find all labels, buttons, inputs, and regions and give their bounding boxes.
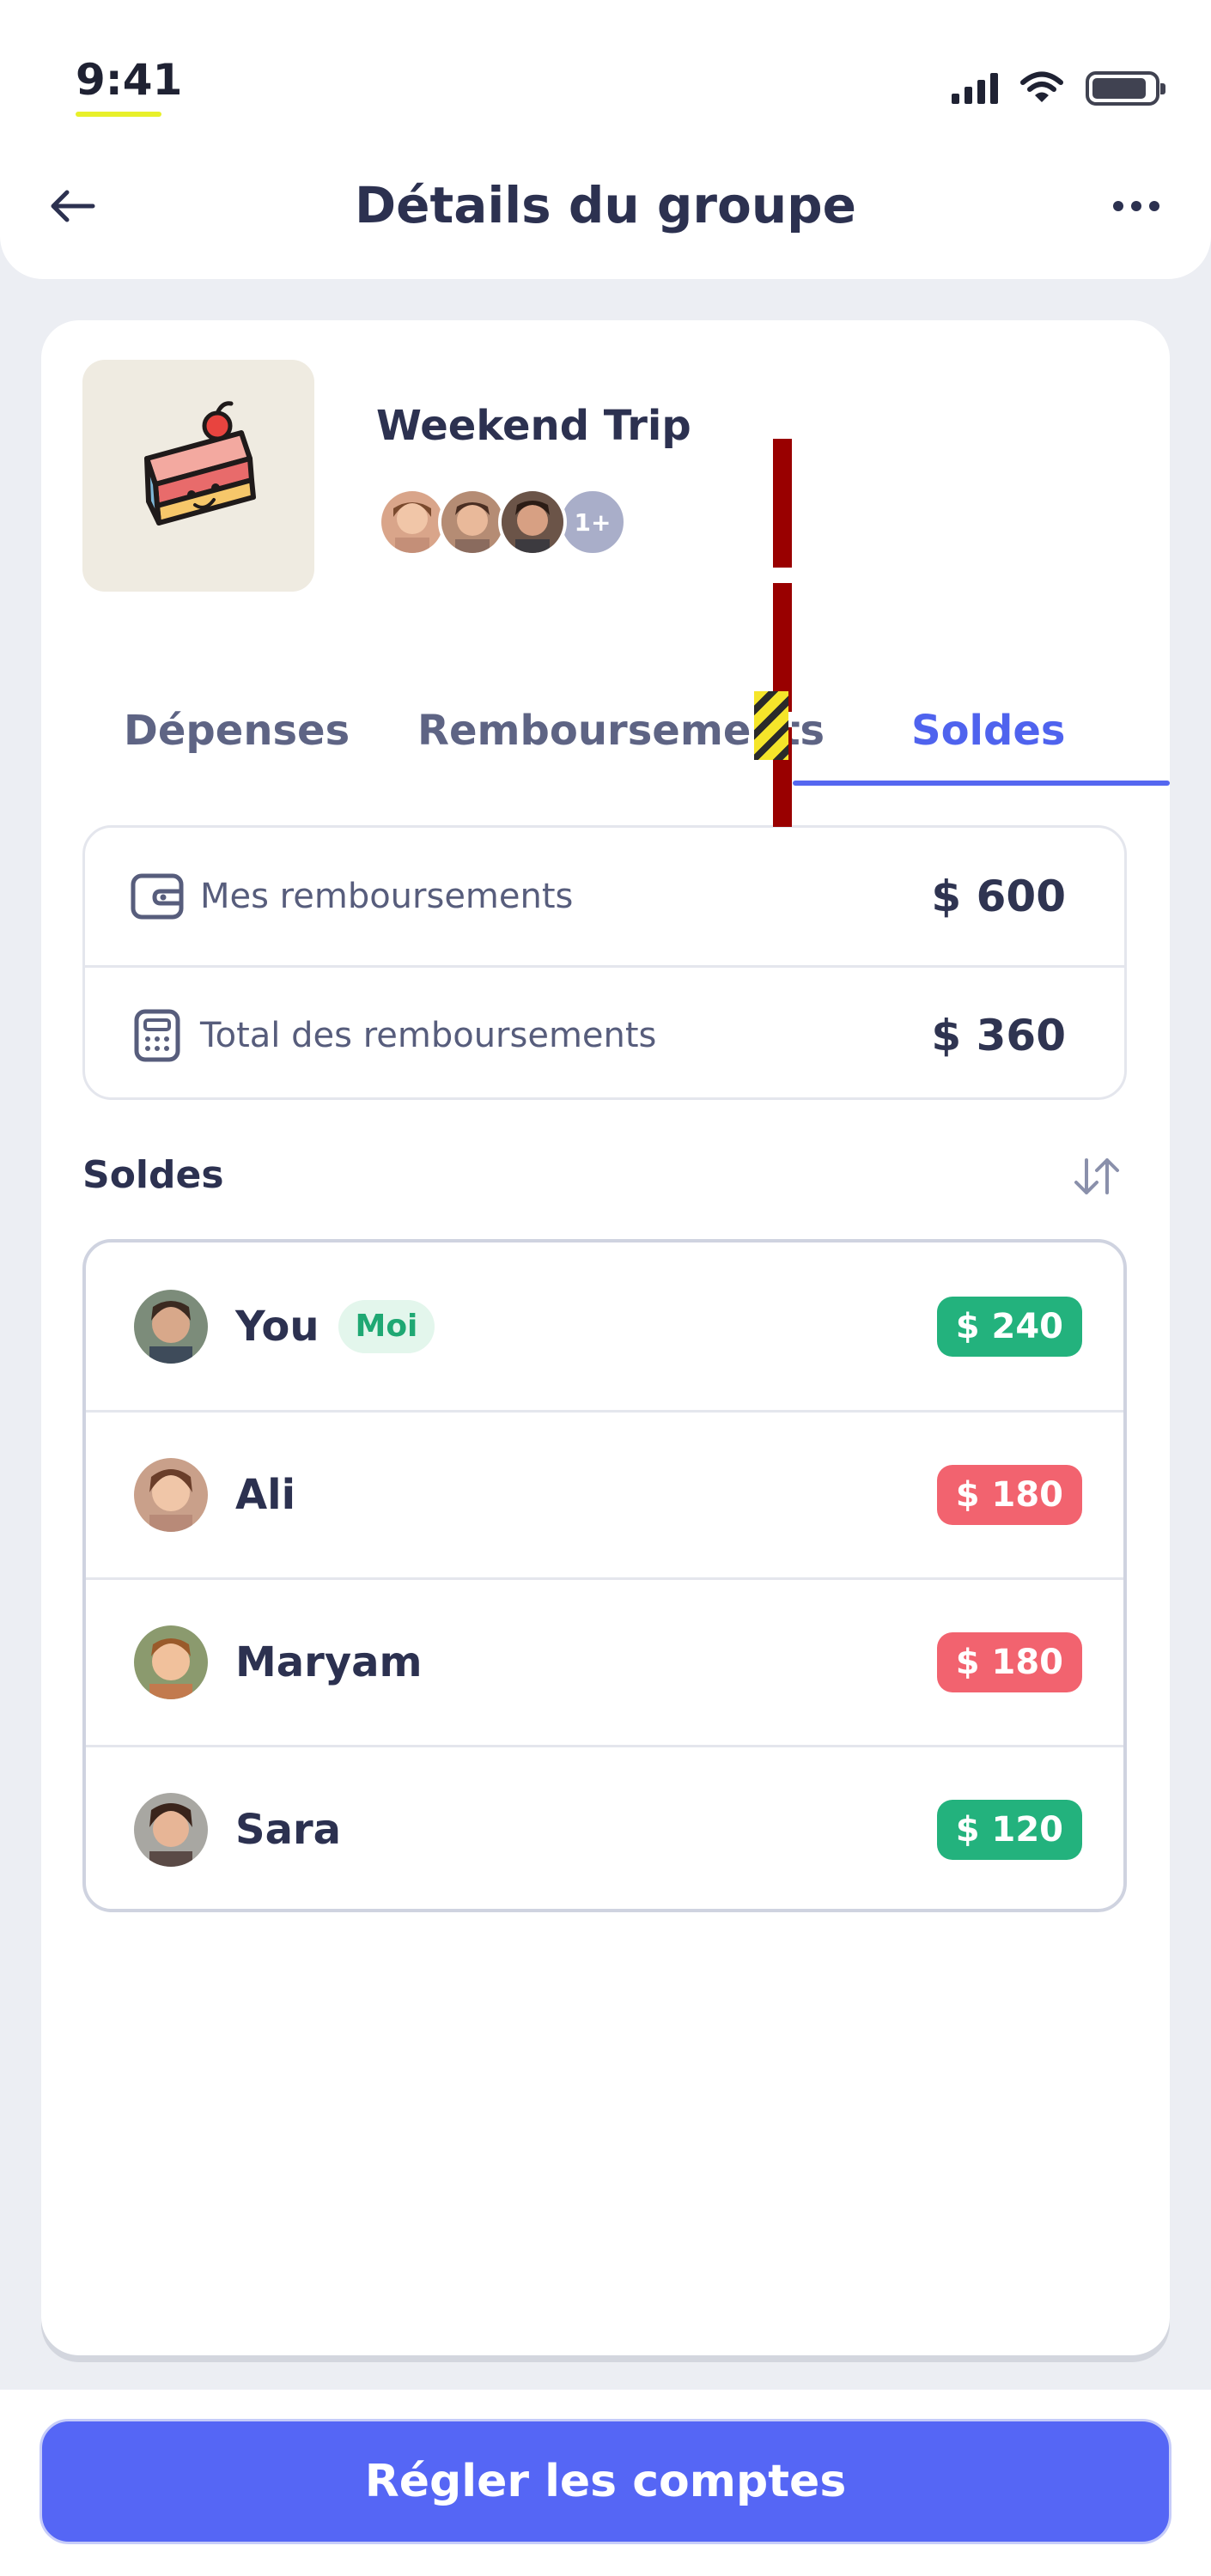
summary-row-total-refunds: Total des remboursements $ 360 xyxy=(85,965,1124,1097)
list-item[interactable]: Sara $ 120 xyxy=(86,1745,1123,1909)
battery-icon xyxy=(1086,71,1165,106)
member-name: Ali xyxy=(235,1471,296,1519)
group-card: Weekend Trip 1+ Dépenses Remboursements … xyxy=(41,320,1170,2355)
avatar xyxy=(134,1625,208,1699)
sort-arrows-icon xyxy=(1074,1158,1119,1194)
sort-button[interactable] xyxy=(1067,1146,1127,1206)
balances-list: You Moi $ 240 Ali $ 180 Maryam $ 180 Sar… xyxy=(82,1239,1127,1912)
group-image xyxy=(82,360,314,592)
me-badge: Moi xyxy=(338,1299,435,1353)
summary-label: Mes remboursements xyxy=(200,877,574,916)
list-item[interactable]: You Moi $ 240 xyxy=(86,1242,1123,1410)
balances-title: Soldes xyxy=(82,1153,224,1197)
list-item[interactable]: Maryam $ 180 xyxy=(86,1577,1123,1745)
member-name: Sara xyxy=(235,1806,342,1854)
time-highlight xyxy=(76,112,161,117)
member-name: You xyxy=(235,1302,319,1351)
wallet-icon xyxy=(130,869,185,924)
status-bar: 9:41 xyxy=(0,0,1211,172)
balance-amount-badge: $ 120 xyxy=(936,1800,1082,1860)
annotation-dashed-line xyxy=(773,439,792,827)
balance-amount-badge: $ 240 xyxy=(936,1296,1082,1357)
summary-label: Total des remboursements xyxy=(200,1015,657,1055)
settle-up-button[interactable]: Régler les comptes xyxy=(40,2419,1171,2544)
cake-slice-icon xyxy=(144,401,256,526)
more-members-badge: 1+ xyxy=(558,488,627,556)
avatar xyxy=(498,488,567,556)
tab-depenses[interactable]: Dépenses xyxy=(124,707,350,755)
summary-panel: Mes remboursements $ 600 Total des rembo… xyxy=(82,825,1127,1100)
more-button[interactable] xyxy=(1106,180,1166,232)
member-avatars[interactable]: 1+ xyxy=(378,488,627,556)
avatar xyxy=(378,488,447,556)
tab-soldes[interactable]: Soldes xyxy=(911,707,1065,755)
signal-icon xyxy=(952,73,998,104)
tab-bar: Dépenses Remboursements Soldes xyxy=(41,681,1170,786)
balance-amount-badge: $ 180 xyxy=(936,1465,1082,1525)
summary-row-my-refunds: Mes remboursements $ 600 xyxy=(85,828,1124,965)
status-icons xyxy=(952,67,1165,110)
balance-amount-badge: $ 180 xyxy=(936,1632,1082,1692)
status-time: 9:41 xyxy=(76,55,183,105)
summary-amount: $ 600 xyxy=(931,872,1066,921)
avatar xyxy=(134,1458,208,1532)
more-horizontal-icon xyxy=(1113,201,1123,211)
member-name: Maryam xyxy=(235,1638,423,1686)
avatar xyxy=(438,488,507,556)
page-title: Détails du groupe xyxy=(355,176,856,234)
calculator-icon xyxy=(130,1008,185,1063)
annotation-marker xyxy=(754,691,788,760)
list-item[interactable]: Ali $ 180 xyxy=(86,1410,1123,1577)
avatar xyxy=(134,1289,208,1364)
summary-amount: $ 360 xyxy=(931,1010,1066,1060)
app-header: 9:41 Détails du groupe xyxy=(0,0,1211,279)
avatar xyxy=(134,1793,208,1867)
active-tab-indicator xyxy=(793,781,1170,786)
wifi-icon xyxy=(1020,71,1063,102)
group-name: Weekend Trip xyxy=(376,402,691,450)
